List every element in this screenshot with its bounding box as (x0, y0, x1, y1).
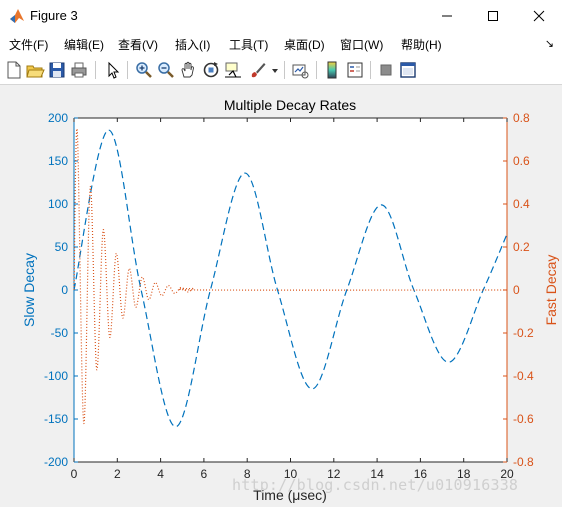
zoom-out-icon[interactable] (156, 60, 176, 80)
data-cursor-icon[interactable] (223, 60, 243, 80)
brush-icon[interactable] (248, 60, 268, 80)
zoom-in-icon[interactable] (134, 60, 154, 80)
y-axis-right-label: Fast Decay (543, 255, 559, 326)
y-right-tick-label: 0.6 (513, 154, 530, 168)
y-right-tick-label: -0.8 (513, 455, 534, 469)
y-left-tick-label: -200 (44, 455, 68, 469)
chart: Multiple Decay Rates Time (μsec) Slow De… (21, 97, 559, 503)
y-left-tick-label: 100 (48, 197, 68, 211)
y-left-tick-label: 150 (48, 154, 68, 168)
rotate-3d-icon[interactable] (201, 60, 221, 80)
save-icon[interactable] (47, 60, 67, 80)
y-right-tick-label: 0.8 (513, 111, 530, 125)
pan-hand-icon[interactable] (178, 60, 198, 80)
minimize-icon (442, 15, 452, 17)
x-tick-label: 2 (114, 467, 121, 481)
new-figure-icon[interactable] (4, 60, 24, 80)
y-right-tick-label: -0.6 (513, 412, 534, 426)
menu-help[interactable]: 帮助(H) (401, 36, 442, 53)
y-left-tick-label: -100 (44, 369, 68, 383)
show-plot-tools-icon[interactable] (398, 60, 418, 80)
figure-canvas: Multiple Decay Rates Time (μsec) Slow De… (0, 85, 562, 507)
y-right-tick-label: 0.2 (513, 240, 530, 254)
menu-bar: 文件(F) 编辑(E) 查看(V) 插入(I) 工具(T) 桌面(D) 窗口(W… (0, 32, 562, 56)
menu-view[interactable]: 查看(V) (118, 36, 158, 53)
y-left-tick-label: -50 (51, 326, 69, 340)
toolbar-separator (370, 61, 371, 79)
chart-title: Multiple Decay Rates (224, 97, 356, 113)
menu-tools[interactable]: 工具(T) (229, 36, 268, 53)
y-left-tick-label: 0 (61, 283, 68, 297)
open-file-icon[interactable] (25, 60, 45, 80)
menu-insert[interactable]: 插入(I) (175, 36, 210, 53)
insert-legend-icon[interactable] (345, 60, 365, 80)
y-right-tick-label: -0.4 (513, 369, 534, 383)
menu-window[interactable]: 窗口(W) (340, 36, 383, 53)
y-left-tick-label: 50 (55, 240, 69, 254)
menu-file[interactable]: 文件(F) (9, 36, 48, 53)
toolbar-separator (127, 61, 128, 79)
y-left-tick-label: -150 (44, 412, 68, 426)
y-left-tick-label: 200 (48, 111, 68, 125)
y-right-tick-label: 0.4 (513, 197, 530, 211)
print-icon[interactable] (69, 60, 89, 80)
title-bar: Figure 3 (0, 0, 562, 32)
y-right-tick-label: -0.2 (513, 326, 534, 340)
y-right-tick-label: 0 (513, 283, 520, 297)
link-plot-icon[interactable] (290, 60, 310, 80)
toolbar-separator (316, 61, 317, 79)
close-icon (533, 10, 545, 22)
window-title: Figure 3 (30, 8, 78, 23)
matlab-logo-icon (9, 8, 25, 24)
x-tick-label: 4 (157, 467, 164, 481)
menu-edit[interactable]: 编辑(E) (64, 36, 104, 53)
maximize-button[interactable] (470, 0, 516, 32)
x-tick-label: 6 (201, 467, 208, 481)
figure-toolbar (0, 56, 562, 85)
menu-desktop[interactable]: 桌面(D) (284, 36, 325, 53)
edit-plot-arrow-icon[interactable] (103, 60, 123, 80)
toolbar-separator (95, 61, 96, 79)
y-axis-left-label: Slow Decay (21, 253, 37, 327)
x-tick-label: 0 (71, 467, 78, 481)
insert-colorbar-icon[interactable] (322, 60, 342, 80)
watermark: http://blog.csdn.net/u010916338 (232, 476, 519, 494)
menu-overflow-arrow[interactable]: ↘ (545, 37, 554, 50)
toolbar-separator (284, 61, 285, 79)
hide-plot-tools-icon[interactable] (376, 60, 396, 80)
close-button[interactable] (516, 0, 562, 32)
maximize-icon (488, 11, 498, 21)
minimize-button[interactable] (424, 0, 470, 32)
brush-dropdown-icon[interactable] (270, 60, 280, 80)
